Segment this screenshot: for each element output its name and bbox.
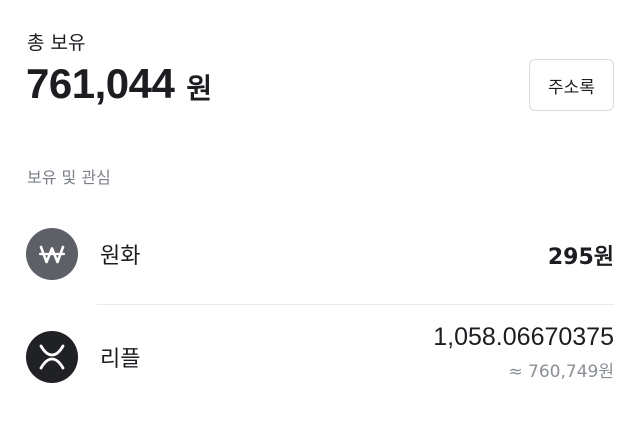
holding-amount-xrp: 1,058.06670375 [433, 323, 614, 351]
holdings-section-title: 보유 및 관심 [27, 168, 111, 187]
row-divider [97, 304, 614, 305]
holding-value-krw: 295원 [547, 245, 614, 270]
holding-row-krw[interactable]: 원화 295원 [26, 226, 614, 282]
holding-values-xrp: 1,058.06670375 ≈ 760,749원 [433, 322, 614, 382]
holding-name-xrp: 리플 [100, 347, 141, 372]
total-holdings-label: 총 보유 [27, 32, 86, 54]
holding-row-xrp[interactable]: 리플 1,058.06670375 ≈ 760,749원 [26, 323, 614, 388]
address-book-button[interactable]: 주소록 [529, 59, 614, 111]
total-holdings-unit: 원 [186, 72, 213, 105]
holding-name-krw: 원화 [100, 244, 141, 269]
total-holdings-amount: 761,044 원 [26, 60, 212, 108]
xrp-icon [26, 331, 78, 383]
total-holdings-value: 761,044 [26, 60, 175, 107]
won-icon [26, 228, 78, 280]
holding-approx-value-xrp: ≈ 760,749원 [508, 362, 614, 382]
wallet-page: 총 보유 761,044 원 주소록 보유 및 관심 원화 295원 리플 1,… [0, 0, 640, 438]
